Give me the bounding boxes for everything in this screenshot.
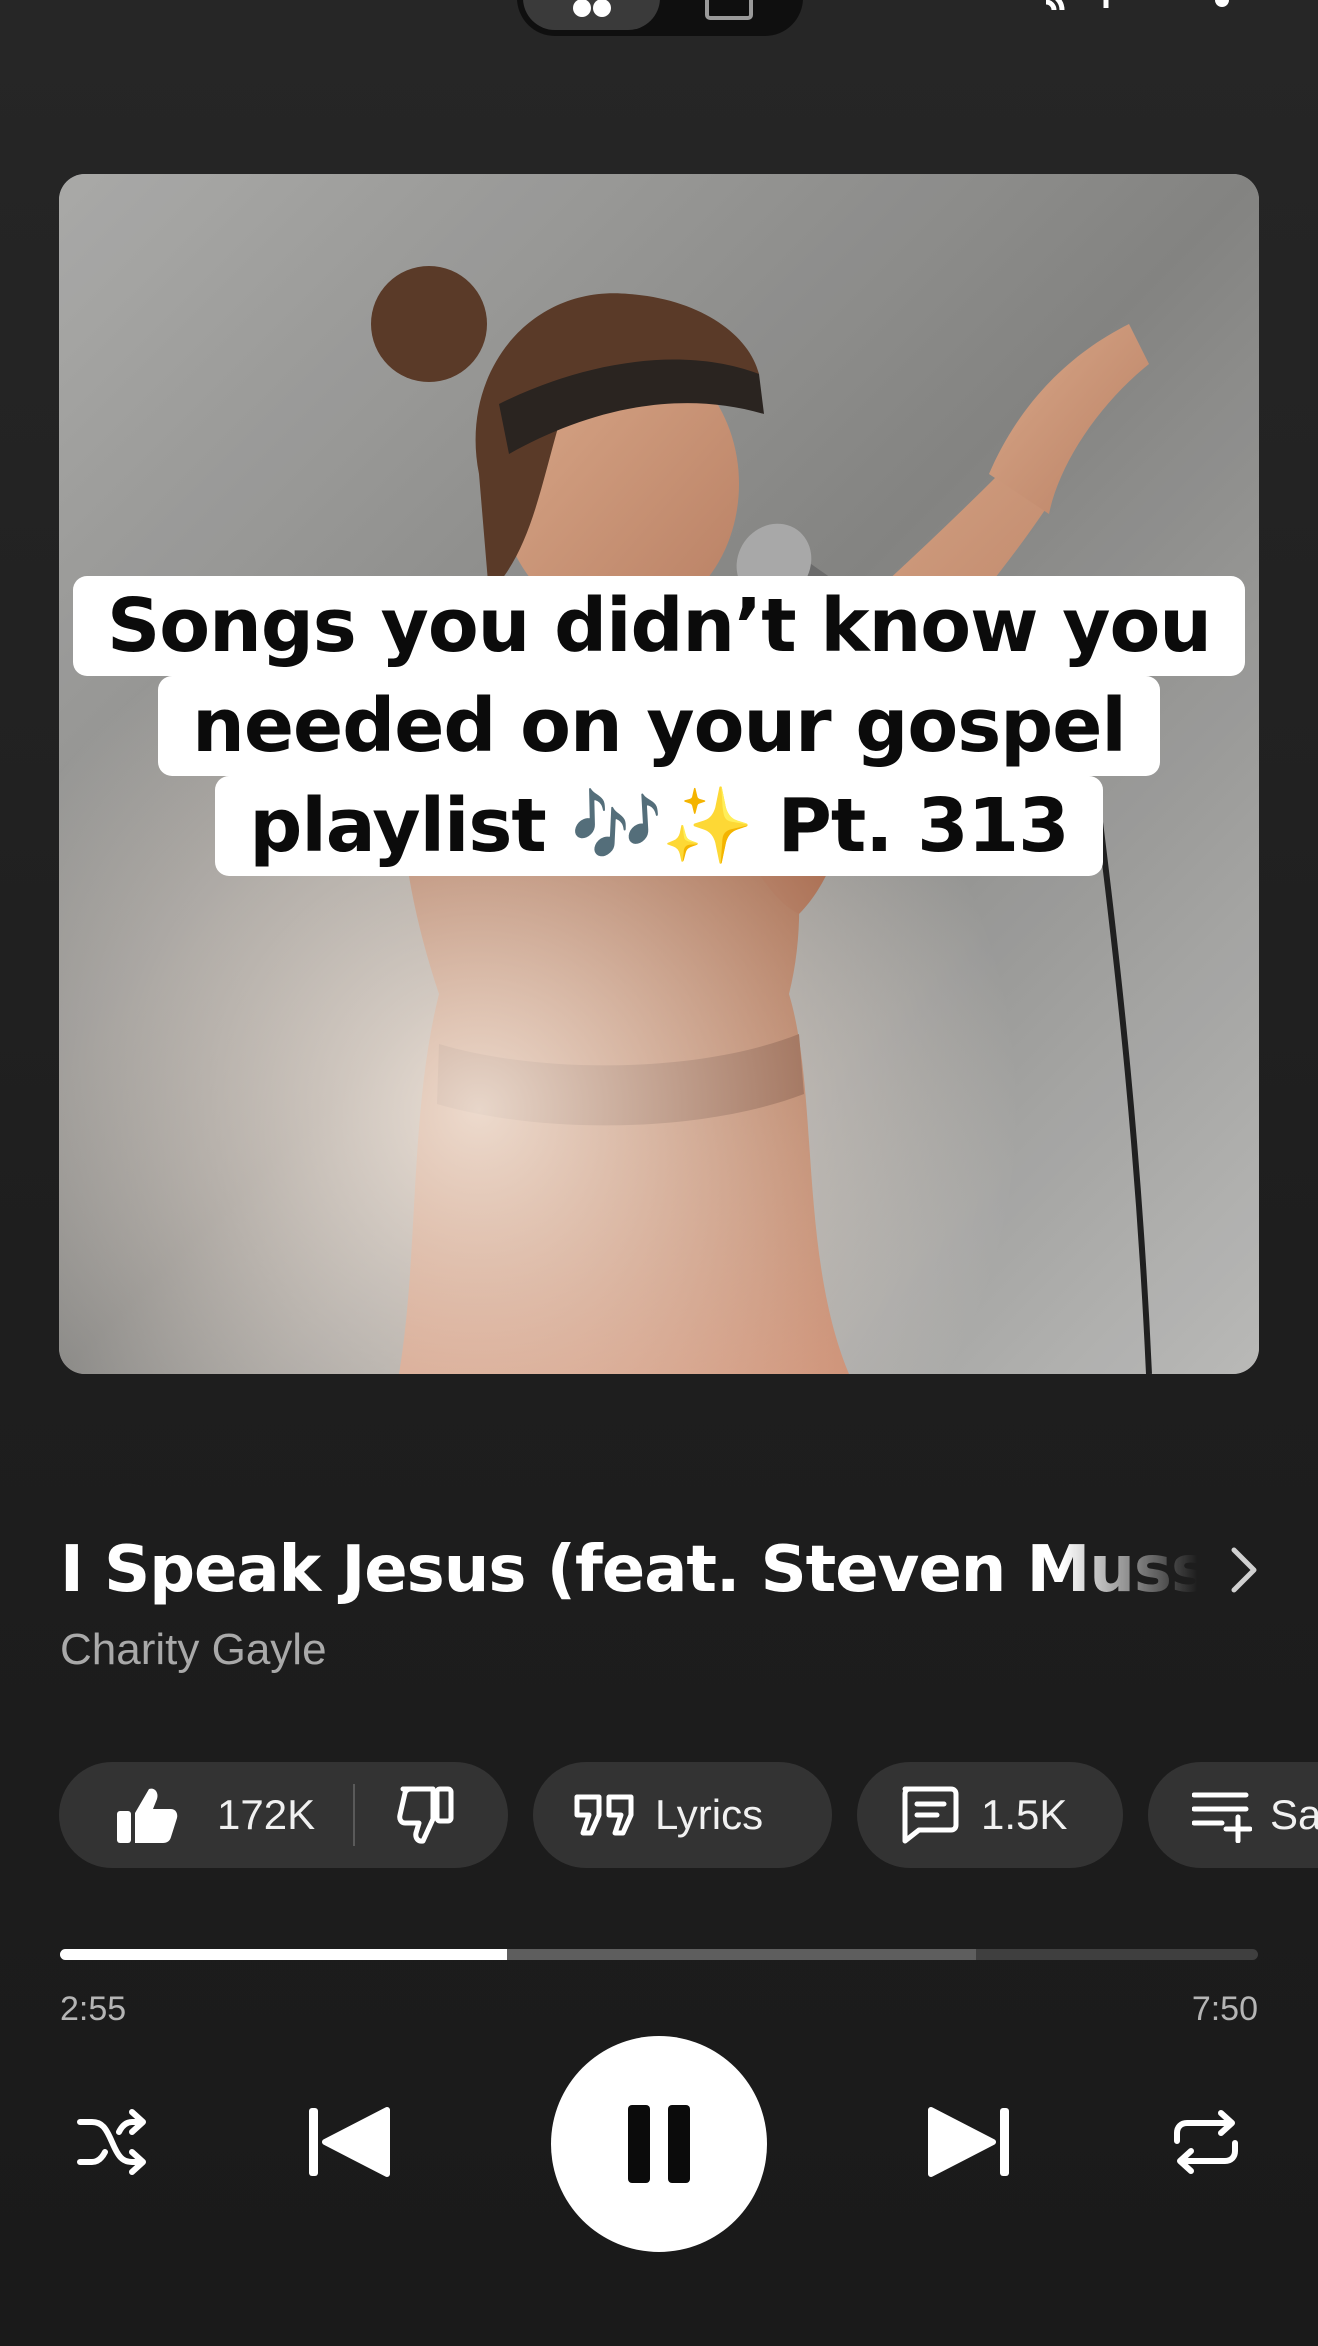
save-label: Save [1270,1791,1318,1838]
album-artwork[interactable]: Songs you didn’t know you needed on your… [59,174,1259,1374]
track-details-button[interactable] [1198,1540,1258,1600]
shuffle-button[interactable] [70,2100,154,2184]
elapsed-time: 2:55 [60,1990,127,2028]
caption-line: needed on your gospel [158,676,1160,776]
save-to-playlist-button[interactable]: Save [1148,1762,1318,1868]
total-time: 7:50 [1191,1990,1258,2028]
lyrics-button[interactable]: Lyrics [533,1762,832,1868]
video-toggle[interactable] [660,0,797,30]
comment-icon [902,1786,959,1844]
lyrics-label: Lyrics [655,1791,764,1838]
previous-icon [309,2107,390,2177]
shuffle-icon [77,2109,146,2175]
thumbs-down-icon [397,1786,454,1844]
video-toggle-icon [704,0,753,20]
playlist-add-icon [1192,1792,1252,1843]
comment-count: 1.5K [981,1791,1068,1838]
caption-line: Songs you didn’t know you [73,576,1245,676]
like-dislike-chip: 172K [59,1762,508,1868]
comments-button[interactable]: 1.5K [857,1762,1123,1868]
played-portion [60,1949,507,1960]
now-playing-screen: Songs you didn’t know you needed on your… [0,0,1318,2346]
song-video-toggle[interactable] [517,0,803,36]
next-icon [928,2107,1009,2177]
song-toggle-icon [572,0,611,17]
like-count: 172K [217,1791,316,1838]
pause-icon [628,2105,690,2183]
track-title-row[interactable]: I Speak Jesus (feat. Steven Musso) [60,1530,1258,1610]
chip-divider [353,1784,356,1846]
track-title[interactable]: I Speak Jesus (feat. Steven Musso) [60,1533,1198,1607]
song-toggle[interactable] [523,0,660,30]
thumbs-up-icon [117,1788,178,1843]
caption-line: playlist 🎶✨ Pt. 313 [215,776,1103,876]
play-pause-button[interactable] [551,2036,767,2252]
next-button[interactable] [922,2098,1018,2186]
previous-button[interactable] [300,2098,396,2186]
more-icon [1215,0,1229,7]
repeat-button[interactable] [1164,2100,1248,2184]
cast-icon [1045,0,1109,11]
cast-button[interactable] [1040,0,1114,19]
artist-name[interactable]: Charity Gayle [60,1625,327,1675]
dislike-button[interactable] [397,1785,457,1845]
chevron-right-icon [1231,1547,1257,1593]
repeat-icon [1174,2110,1238,2174]
more-button[interactable] [1210,0,1234,19]
quote-icon [574,1794,634,1836]
like-button[interactable]: 172K [115,1785,315,1845]
action-chips: 172K Lyrics 1.5K Sa [59,1762,1318,1868]
seek-bar[interactable] [60,1949,1258,1960]
artwork-caption: Songs you didn’t know you needed on your… [59,576,1259,876]
